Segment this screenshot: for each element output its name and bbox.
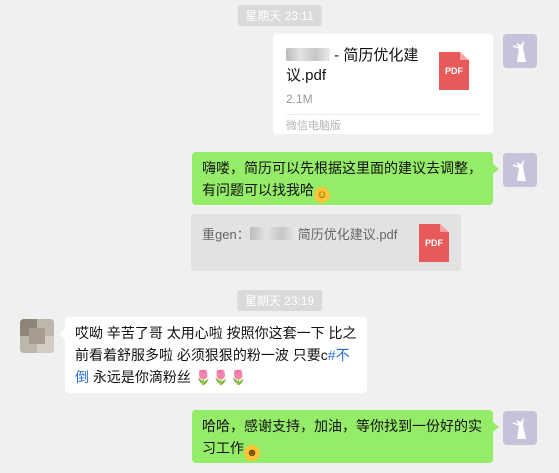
message-bubble-received[interactable]: 哎呦 辛苦了哥 太用心啦 按照你这套一下 比之前看着舒服多啦 必须狠狠的粉一波 … [59, 317, 367, 393]
file-source: 微信电脑版 [286, 120, 341, 132]
contact-avatar[interactable] [20, 319, 54, 353]
message-text: 永远是你滴粉丝 [89, 369, 191, 385]
smile-emoji-icon: ☺ [314, 187, 330, 203]
timestamp: 星期天 23:19 [236, 290, 323, 311]
my-avatar[interactable] [503, 153, 537, 187]
pdf-file-icon: PDF [419, 224, 449, 262]
file-name: - 简历优化建议.pdf [286, 47, 419, 84]
quote-reference[interactable]: 重gen： 简历优化建议.pdf PDF [191, 214, 461, 271]
redacted-name [249, 227, 298, 240]
timestamp: 星期天 23:11 [237, 5, 322, 26]
tulip-emoji-icon: 🌷 [212, 369, 230, 385]
pdf-file-icon: PDF [439, 52, 469, 90]
redacted-name [286, 48, 330, 61]
tulip-emoji-icon: 🌷 [229, 369, 248, 385]
my-avatar[interactable] [503, 411, 537, 445]
cheer-emoji-icon: ☻ [244, 445, 260, 461]
my-avatar[interactable] [503, 34, 537, 68]
message-bubble-sent[interactable]: 嗨喽，简历可以先根据这里面的建议去调整，有问题可以找我哈 ☺ [192, 152, 499, 205]
file-card[interactable]: - 简历优化建议.pdf PDF 2.1M 微信电脑版 [273, 34, 493, 134]
divider [286, 114, 480, 115]
message-text: 哎呦 辛苦了哥 太用心啦 按照你这套一下 比之前看着舒服多啦 必须狠狠的粉一波 … [75, 325, 357, 363]
file-size: 2.1M [286, 92, 313, 106]
tulip-emoji-icon: 🌷 [194, 369, 213, 385]
message-bubble-sent[interactable]: 哈哈，感谢支持，加油，等你找到一份好的实习工作 ☻ [192, 410, 499, 463]
message-text: 嗨喽，简历可以先根据这里面的建议去调整，有问题可以找我哈 [202, 160, 482, 198]
quote-text: 重gen： 简历优化建议.pdf [202, 227, 398, 242]
